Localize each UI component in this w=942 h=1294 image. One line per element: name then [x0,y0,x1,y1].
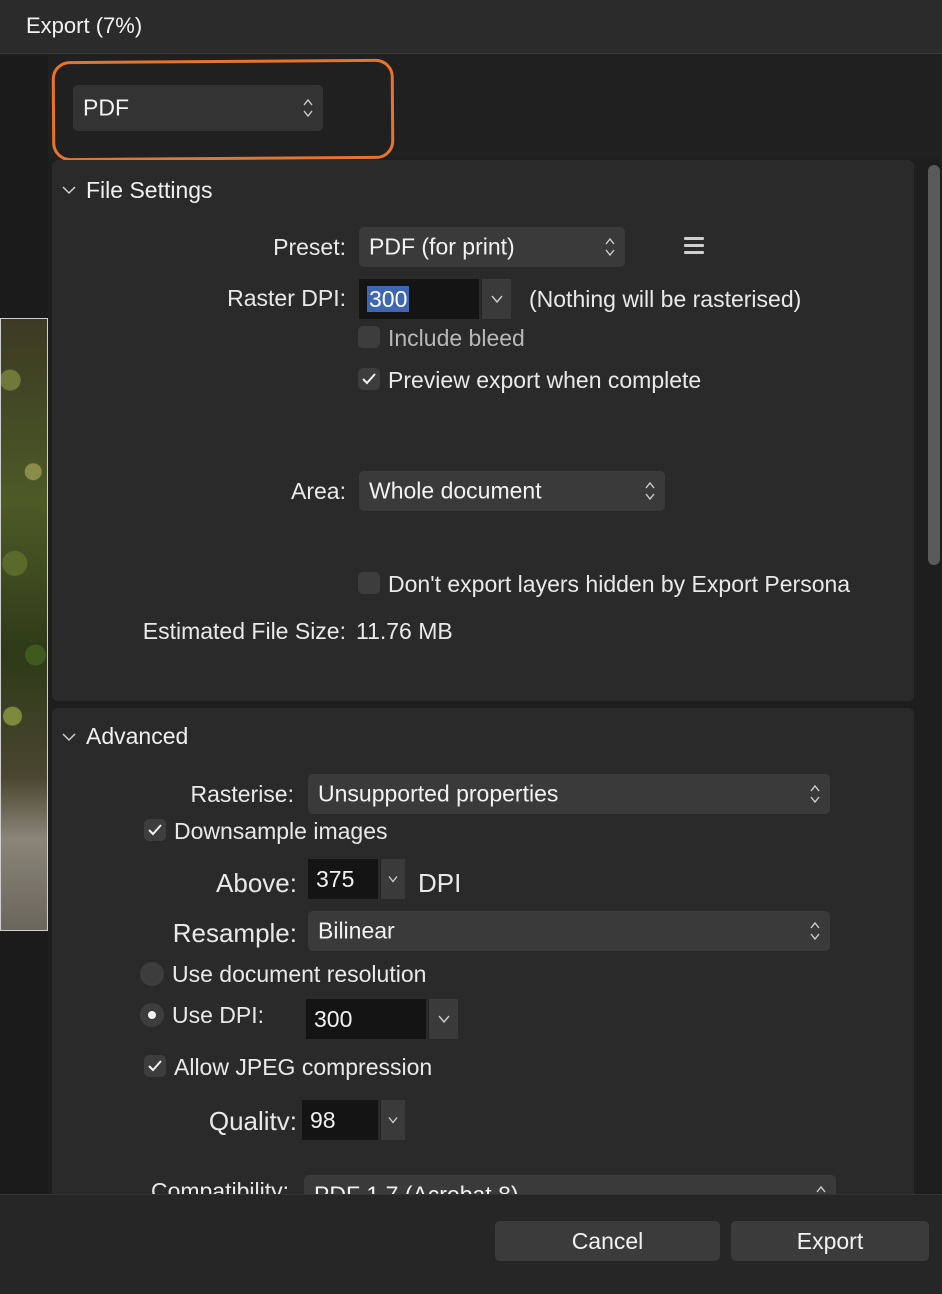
raster-dpi-combo[interactable]: 300 [359,279,511,319]
raster-dpi-value: 300 [367,286,410,312]
area-select-value: Whole document [369,477,542,504]
compatibility-select-value: PDF 1.7 (Acrobat 8) [314,1182,519,1195]
radio-dot-icon [148,1011,156,1019]
checkmark-icon [362,373,376,385]
checkmark-icon [148,824,162,836]
above-dpi-value: 375 [316,866,355,892]
above-dpi-dropdown[interactable] [380,859,405,899]
include-bleed-checkbox[interactable] [358,326,380,348]
quality-combo[interactable]: 98 [302,1100,405,1140]
jpeg-compression-label[interactable]: Allow JPEG compression [174,1054,432,1081]
use-document-resolution-label[interactable]: Use document resolution [172,961,426,988]
preview-export-label[interactable]: Preview export when complete [388,367,701,394]
chevron-down-icon [388,876,398,883]
use-document-resolution-radio[interactable] [140,962,164,986]
downsample-checkbox[interactable] [144,819,166,841]
cancel-button[interactable]: Cancel [495,1221,720,1261]
preset-select-value: PDF (for print) [369,233,515,260]
rasterise-select[interactable]: Unsupported properties [308,774,830,814]
chevron-down-icon [490,295,503,303]
updown-chevron-icon [605,236,615,258]
vertical-scrollbar[interactable] [928,165,940,565]
resample-select[interactable]: Bilinear [308,911,830,951]
resample-select-value: Bilinear [318,917,395,944]
updown-chevron-icon [645,480,655,502]
quality-label: Qualitv: [208,1106,297,1136]
hidden-layers-label[interactable]: Don't export layers hidden by Export Per… [388,571,850,598]
area-label: Area: [291,478,346,504]
use-dpi-field[interactable]: 300 [306,999,426,1039]
use-dpi-dropdown[interactable] [428,999,458,1039]
above-unit: DPI [418,868,462,898]
chevron-down-icon [388,1117,398,1124]
raster-dpi-field[interactable]: 300 [359,279,479,319]
file-size-label: Estimated File Size: [142,618,346,644]
use-dpi-radio[interactable] [140,1003,164,1027]
document-preview-image [0,318,48,931]
quality-dropdown[interactable] [380,1100,405,1140]
rasterise-label: Rasterise: [190,781,294,807]
file-size-value: 11.76 MB [356,618,453,644]
hidden-layers-checkbox[interactable] [358,572,380,594]
include-bleed-label[interactable]: Include bleed [388,325,525,352]
quality-value: 98 [310,1107,336,1133]
above-label: Above: [216,868,297,898]
chevron-down-icon[interactable] [62,732,76,742]
resample-label: Resample: [172,918,297,948]
chevron-down-icon[interactable] [62,185,76,195]
preset-menu-icon[interactable] [684,237,704,255]
use-dpi-label[interactable]: Use DPI: [172,1002,264,1029]
export-button[interactable]: Export [731,1221,929,1261]
chevron-down-icon [437,1015,450,1023]
above-dpi-combo[interactable]: 375 [308,859,405,899]
file-settings-panel: File Settings Preset: PDF (for print) Ra… [52,160,914,701]
area-select[interactable]: Whole document [359,471,665,511]
compatibility-label: Compatibility: [150,1178,289,1194]
advanced-title[interactable]: Advanced [86,723,188,750]
updown-chevron-icon [816,1184,826,1194]
preview-export-checkbox[interactable] [358,368,380,390]
settings-scroll-area[interactable]: File Settings Preset: PDF (for print) Ra… [50,160,916,1194]
raster-dpi-dropdown[interactable] [481,279,511,319]
quality-field[interactable]: 98 [302,1100,378,1140]
title-bar: Export (7%) [0,0,942,54]
raster-note: (Nothing will be rasterised) [529,286,802,312]
use-dpi-value: 300 [314,1006,353,1032]
compatibility-select[interactable]: PDF 1.7 (Acrobat 8) [304,1175,836,1194]
updown-chevron-icon [810,920,820,942]
annotation-highlight [51,58,395,162]
file-settings-title[interactable]: File Settings [86,177,213,204]
above-dpi-field[interactable]: 375 [308,859,378,899]
rasterise-select-value: Unsupported properties [318,780,559,807]
downsample-label[interactable]: Downsample images [174,818,387,845]
window-title: Export (7%) [26,13,143,38]
use-dpi-combo[interactable]: 300 [306,999,458,1039]
jpeg-compression-checkbox[interactable] [144,1055,166,1077]
checkmark-icon [148,1060,162,1072]
raster-dpi-label: Raster DPI: [227,285,346,311]
preset-select[interactable]: PDF (for print) [359,227,625,267]
preset-label: Preset: [273,234,346,260]
updown-chevron-icon [810,783,820,805]
advanced-panel: Advanced Rasterise: Unsupported properti… [52,708,914,1194]
